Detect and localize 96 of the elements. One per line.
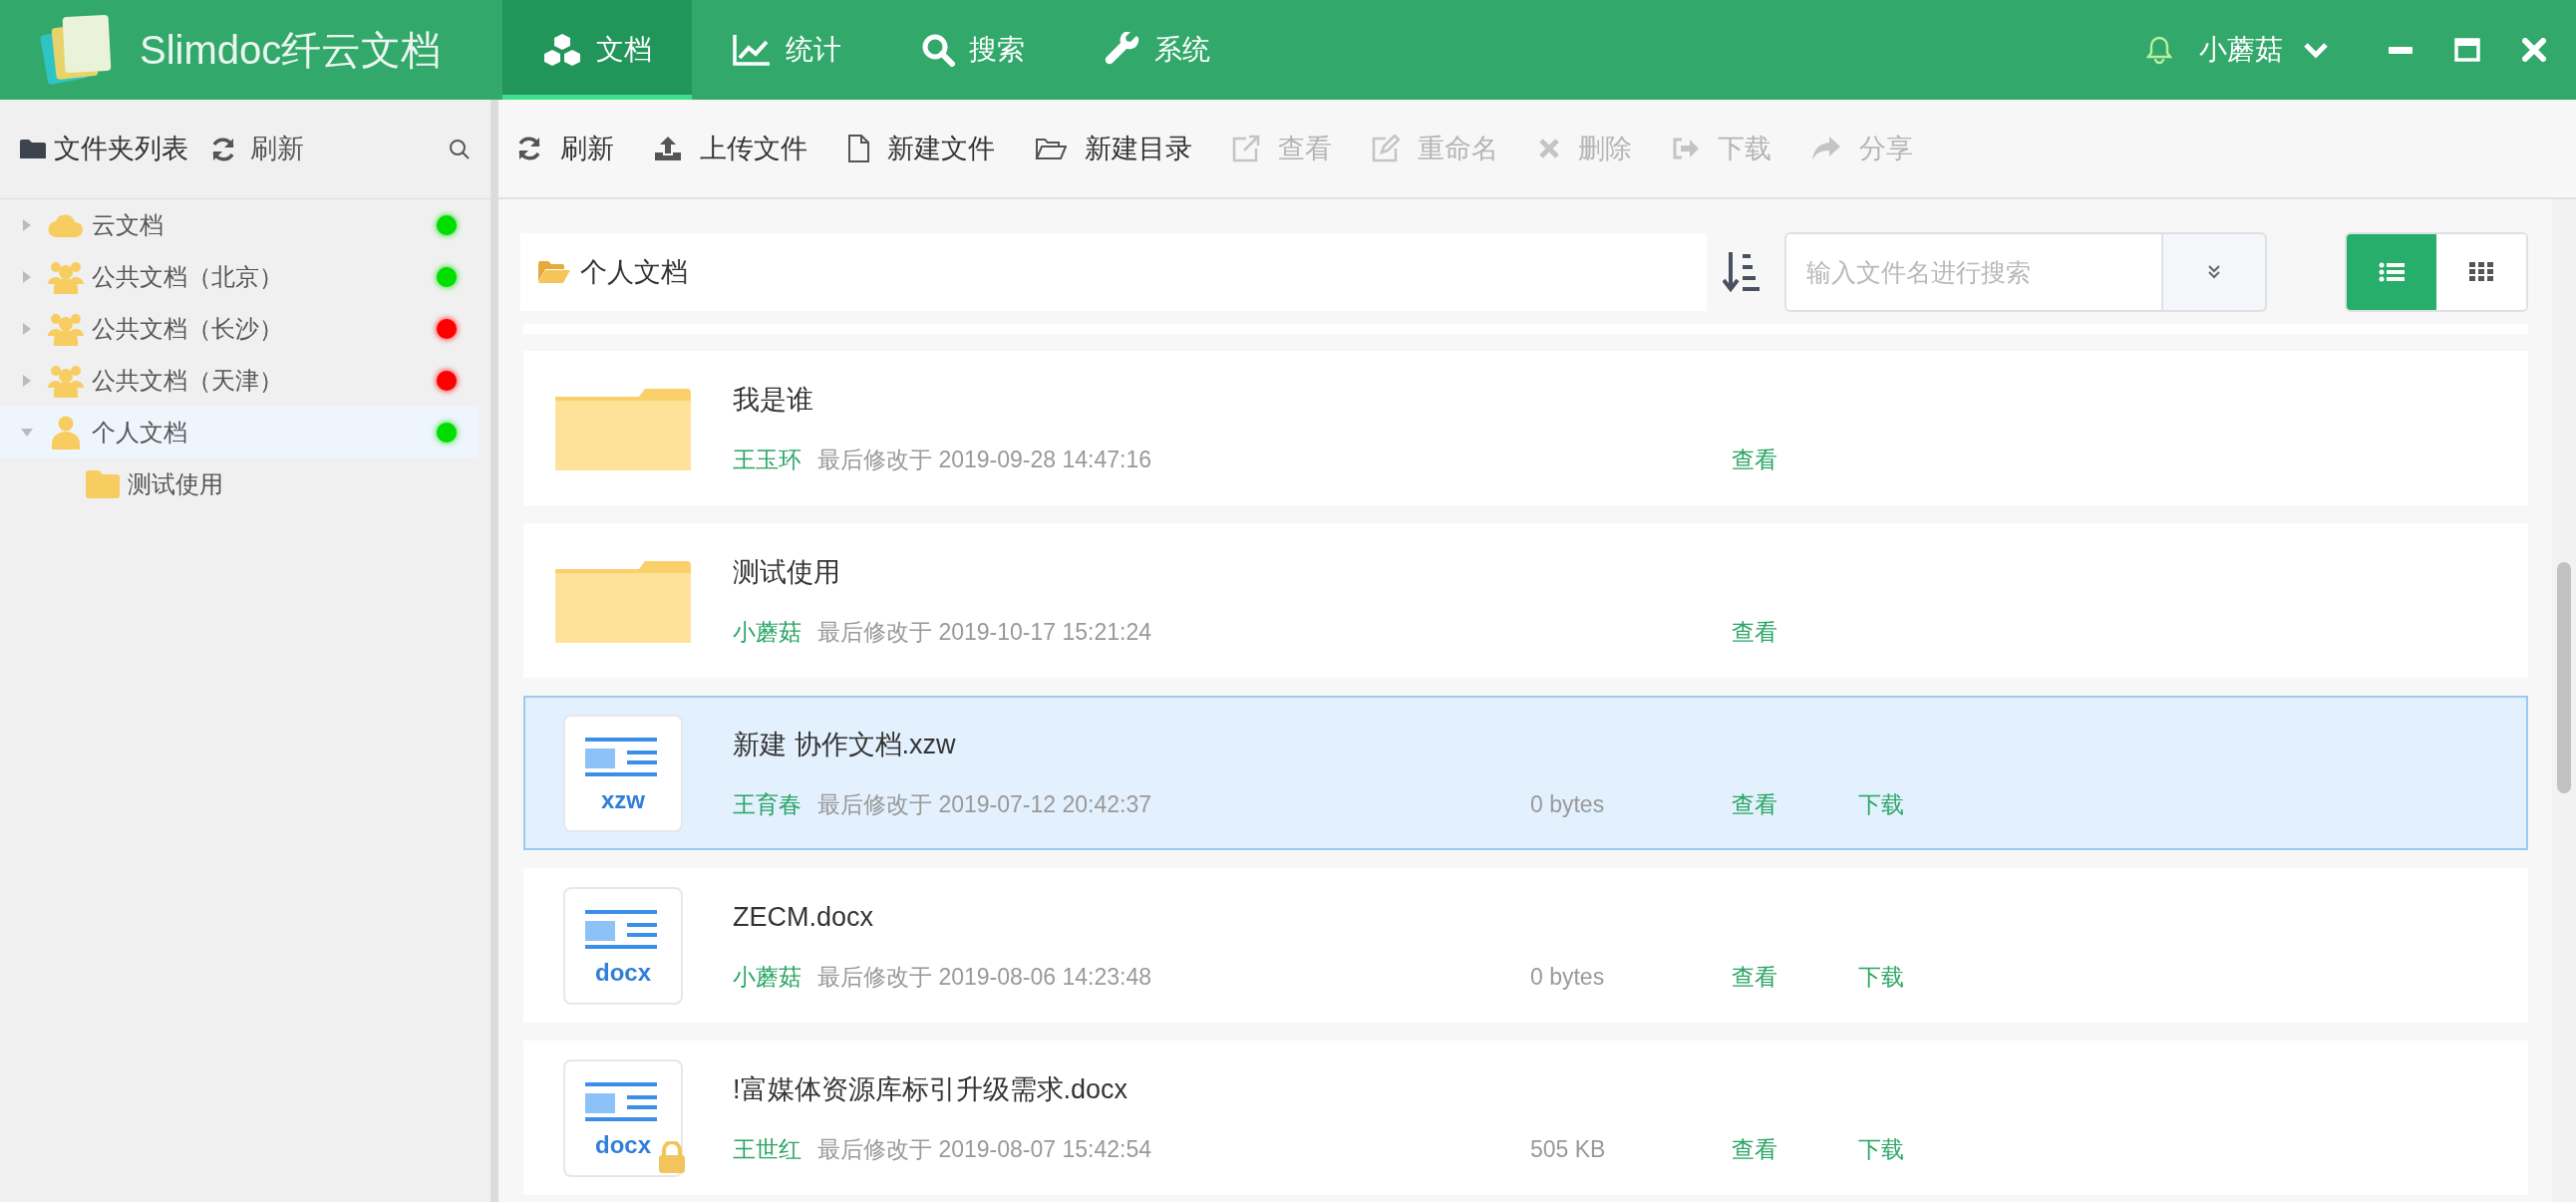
owner-name[interactable]: 王育春	[733, 786, 802, 821]
nav-tab[interactable]: 文档	[502, 0, 692, 100]
folder-icon	[86, 470, 120, 498]
action-link[interactable]: 查看	[1732, 790, 1777, 817]
modified-date: 最后修改于 2019-08-07 15:42:54	[817, 1134, 1151, 1164]
action-link[interactable]: 查看	[1732, 618, 1777, 645]
close-icon[interactable]	[2522, 38, 2546, 62]
nav-tab[interactable]: 统计	[692, 0, 881, 100]
cloud-icon	[48, 212, 84, 238]
file-size: 0 bytes	[1530, 963, 1605, 990]
group-icon	[48, 312, 84, 346]
tree-item[interactable]: 公共文档（北京）	[0, 251, 479, 303]
tree-label: 公共文档（北京）	[92, 262, 284, 292]
tree-item[interactable]: 测试使用	[0, 458, 490, 510]
scrollbar-thumb[interactable]	[2557, 562, 2571, 793]
modified-date: 最后修改于 2019-09-28 14:47:16	[817, 445, 1151, 474]
refresh-icon	[516, 136, 542, 161]
sign-out-icon	[1672, 137, 1700, 160]
tree-item[interactable]: 公共文档（长沙）	[0, 303, 479, 355]
toolbar-button[interactable]: 刷新	[516, 128, 614, 169]
maximize-icon[interactable]	[2454, 38, 2480, 62]
file-extension-label: docx	[594, 957, 652, 988]
action-link[interactable]: 查看	[1732, 1135, 1777, 1162]
folder-icon	[555, 386, 691, 470]
folder-open-icon	[1035, 137, 1067, 160]
grid-view-button[interactable]	[2436, 234, 2526, 310]
nav-tab[interactable]: 搜索	[881, 0, 1065, 100]
file-card[interactable]: docx !富媒体资源库标引升级需求.docx 王世红 最后修改于 2019-08-07 15:42:54 505 KB 查看 下载	[523, 1041, 2528, 1195]
search-icon	[921, 33, 955, 67]
user-name[interactable]: 小蘑菇	[2199, 29, 2283, 71]
action-link[interactable]: 查看	[1732, 446, 1777, 472]
file-name[interactable]: 我是谁	[733, 380, 1858, 421]
external-link-icon	[1232, 135, 1260, 162]
search-field[interactable]: 输入文件名进行搜索	[1784, 232, 2163, 312]
refresh-icon	[210, 136, 236, 162]
app-title: Slimdoc纤云文档	[140, 27, 442, 74]
action-link[interactable]: 下载	[1858, 1135, 1904, 1162]
double-chevron-icon	[2206, 264, 2222, 280]
action-link[interactable]: 查看	[1732, 963, 1777, 990]
file-icon	[847, 135, 869, 162]
folder-icon	[555, 558, 691, 643]
tree-item[interactable]: 个人文档	[0, 407, 479, 458]
folder-open-icon	[538, 260, 570, 284]
bell-icon[interactable]	[2145, 35, 2173, 65]
file-name[interactable]: ZECM.docx	[733, 897, 1985, 938]
dropdown-button[interactable]	[2163, 232, 2267, 312]
search-icon[interactable]	[449, 138, 471, 160]
line-chart-icon	[732, 33, 772, 67]
file-size: 505 KB	[1530, 1135, 1606, 1162]
chevron-down-icon[interactable]	[2303, 41, 2329, 59]
list-icon	[2379, 262, 2405, 282]
owner-name[interactable]: 小蘑菇	[733, 959, 802, 994]
modified-date: 最后修改于 2019-07-12 20:42:37	[817, 789, 1151, 819]
tree-label: 公共文档（天津）	[92, 366, 284, 396]
owner-name[interactable]: 王世红	[733, 1131, 802, 1166]
action-link[interactable]: 下载	[1858, 963, 1904, 990]
tree-item[interactable]: 云文档	[0, 199, 479, 251]
nav-tab[interactable]: 系统	[1065, 0, 1250, 100]
owner-name[interactable]: 小蘑菇	[733, 614, 802, 649]
close-icon	[1538, 138, 1560, 159]
share-icon	[1811, 136, 1841, 161]
sidebar-title: 文件夹列表	[54, 133, 188, 166]
folder-icon	[20, 138, 46, 160]
user-icon	[52, 416, 80, 450]
scrollbar[interactable]	[2552, 199, 2576, 1202]
path-label: 个人文档	[580, 255, 688, 289]
file-card[interactable]: 我是谁 王玉环 最后修改于 2019-09-28 14:47:16 查看	[523, 351, 2528, 505]
tree-label: 个人文档	[92, 418, 188, 448]
grid-icon	[2469, 262, 2493, 282]
group-icon	[48, 364, 84, 398]
tree-label: 云文档	[92, 210, 164, 240]
edit-icon	[1372, 135, 1400, 162]
file-name[interactable]: 测试使用	[733, 552, 1858, 593]
file-name[interactable]: 新建 协作文档.xzw	[733, 725, 1985, 765]
owner-name[interactable]: 王玉环	[733, 442, 802, 476]
file-name[interactable]: !富媒体资源库标引升级需求.docx	[733, 1069, 1985, 1110]
tree-label: 公共文档（长沙）	[92, 314, 284, 344]
toolbar-button[interactable]: 上传文件	[654, 128, 807, 169]
file-card[interactable]: docx ZECM.docx 小蘑菇 最后修改于 2019-08-06 14:23:48 0 bytes 查看 下载	[523, 868, 2528, 1023]
modified-date: 最后修改于 2019-10-17 15:21:24	[817, 617, 1151, 647]
group-icon	[48, 260, 84, 294]
modified-date: 最后修改于 2019-08-06 14:23:48	[817, 962, 1151, 992]
file-card[interactable]: xzw 新建 协作文档.xzw 王育春 最后修改于 2019-07-12 20:42:37 0 bytes 查看 下载	[523, 696, 2528, 850]
file-card[interactable]: 测试使用 小蘑菇 最后修改于 2019-10-17 15:21:24 查看	[523, 523, 2528, 678]
toolbar-button[interactable]: 新建目录	[1035, 128, 1192, 169]
tree-item[interactable]: 公共文档（天津）	[0, 355, 479, 407]
file-extension-label: xzw	[600, 784, 646, 815]
minimize-icon[interactable]	[2389, 45, 2413, 55]
file-extension-label: docx	[594, 1129, 652, 1160]
sort-icon[interactable]	[1723, 250, 1761, 294]
file-size: 0 bytes	[1530, 790, 1605, 817]
toolbar-button[interactable]: 新建文件	[847, 128, 995, 169]
refresh-button[interactable]: 刷新	[210, 129, 304, 169]
cubes-icon	[542, 33, 582, 67]
action-link[interactable]: 下载	[1858, 790, 1904, 817]
upload-icon	[654, 136, 682, 161]
